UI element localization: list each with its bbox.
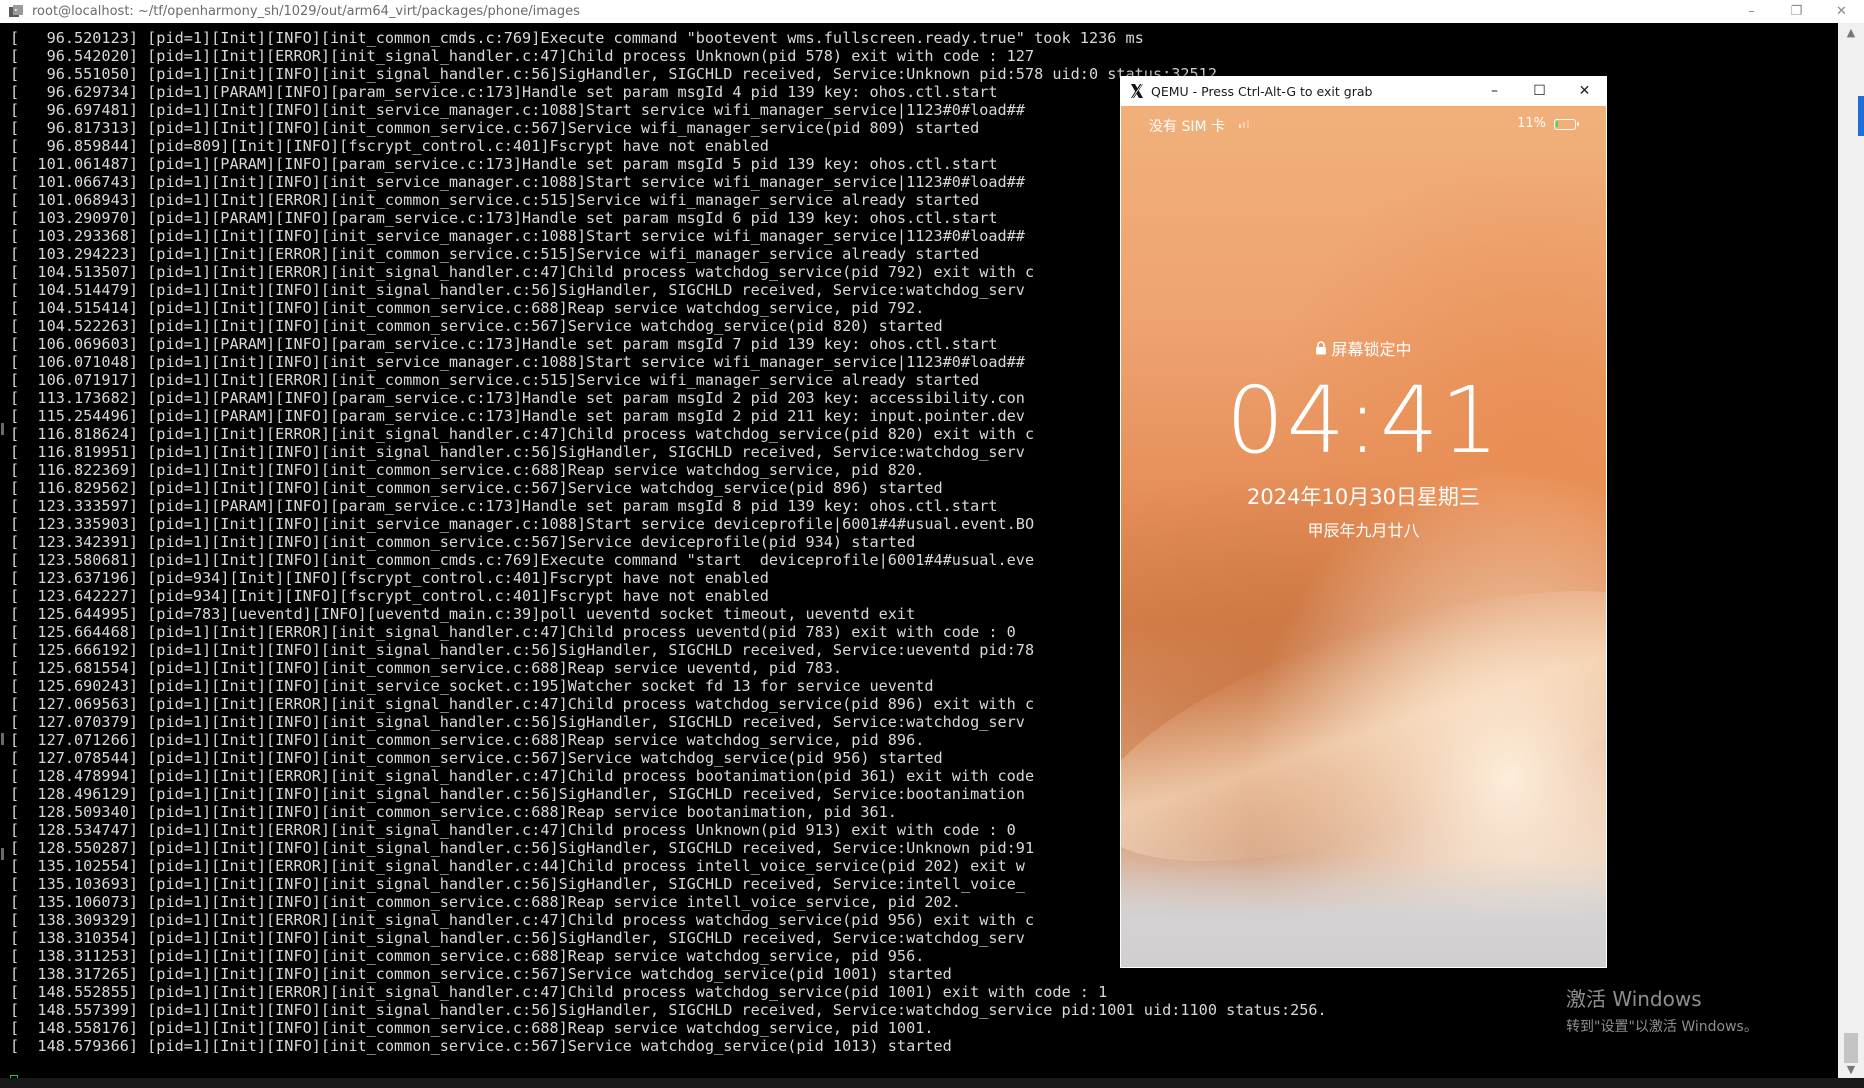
wallpaper-bottom-fade [1121, 857, 1606, 967]
scroll-down-arrow-icon[interactable]: ▼ [1838, 1060, 1864, 1078]
left-margin-marker [1, 733, 4, 745]
terminal-line: [ 148.579366] [pid=1][Init][INFO][init_c… [10, 1037, 952, 1055]
left-margin-marker [1, 423, 4, 435]
watermark-title: 激活 Windows [1566, 987, 1702, 1011]
terminal-line: [ 148.558176] [pid=1][Init][INFO][init_c… [10, 1019, 934, 1037]
terminal-line: [ 96.520123] [pid=1][Init][INFO][init_co… [10, 29, 1144, 47]
battery-percent: 11% [1517, 116, 1546, 131]
qemu-window-controls: – ☐ ✕ [1472, 76, 1607, 106]
scrollbar-thumb[interactable] [1844, 1033, 1858, 1063]
lockscreen-date: 2024年10月30日星期三 [1247, 485, 1480, 509]
watermark-subtitle: 转到"设置"以激活 Windows。 [1566, 1019, 1758, 1035]
battery-icon [1554, 119, 1579, 130]
battery-level-fill [1556, 121, 1558, 127]
scroll-up-arrow-icon[interactable]: ▲ [1838, 23, 1864, 41]
windows-activation-watermark: 激活 Windows 转到"设置"以激活 Windows。 [1566, 983, 1758, 1036]
bottom-strip [0, 1078, 1864, 1088]
terminal-title: root@localhost: ~/tf/openharmony_sh/1029… [32, 4, 580, 19]
terminal-window-controls: – ❐ ✕ [1729, 0, 1864, 23]
phone-lockscreen[interactable]: 没有 SIM 卡 11% 屏幕锁定中 04:41 2024年10月30日星期三 … [1121, 106, 1606, 967]
lock-status: 屏幕锁定中 [1121, 336, 1606, 360]
status-bar: 没有 SIM 卡 11% [1121, 106, 1606, 142]
minimize-button[interactable]: – [1729, 0, 1774, 23]
restore-button[interactable]: ❐ [1774, 0, 1819, 23]
terminal-line: [ 96.542020] [pid=1][Init][ERROR][init_s… [10, 47, 1035, 65]
qemu-window[interactable]: QEMU - Press Ctrl-Alt-G to exit grab – ☐… [1120, 76, 1607, 968]
close-button[interactable]: ✕ [1819, 0, 1864, 23]
qemu-titlebar[interactable]: QEMU - Press Ctrl-Alt-G to exit grab – ☐… [1120, 76, 1607, 106]
lock-icon [1316, 341, 1327, 355]
terminal-scrollbar[interactable]: ▲ ▼ [1838, 23, 1864, 1078]
terminal-app-icon [9, 4, 23, 17]
signal-icon [1239, 120, 1249, 128]
side-accent-bar [1858, 96, 1864, 136]
lock-label: 屏幕锁定中 [1331, 340, 1412, 359]
terminal-line: [ 148.552855] [pid=1][Init][ERROR][init_… [10, 983, 1108, 1001]
battery-tip [1577, 122, 1579, 126]
left-margin-marker [1, 848, 4, 860]
qemu-minimize-button[interactable]: – [1472, 76, 1517, 106]
x-logo-icon [1131, 84, 1143, 98]
terminal-titlebar[interactable]: root@localhost: ~/tf/openharmony_sh/1029… [0, 0, 1864, 24]
qemu-maximize-button[interactable]: ☐ [1517, 76, 1562, 106]
qemu-close-button[interactable]: ✕ [1562, 76, 1607, 106]
qemu-title: QEMU - Press Ctrl-Alt-G to exit grab [1151, 83, 1373, 99]
lockscreen-lunar-date: 甲辰年九月廿八 [1307, 521, 1420, 540]
lockscreen-clock: 04:41 [1225, 367, 1502, 474]
terminal-line: [ 148.557399] [pid=1][Init][INFO][init_s… [10, 1001, 1327, 1019]
sim-status: 没有 SIM 卡 [1149, 119, 1225, 135]
